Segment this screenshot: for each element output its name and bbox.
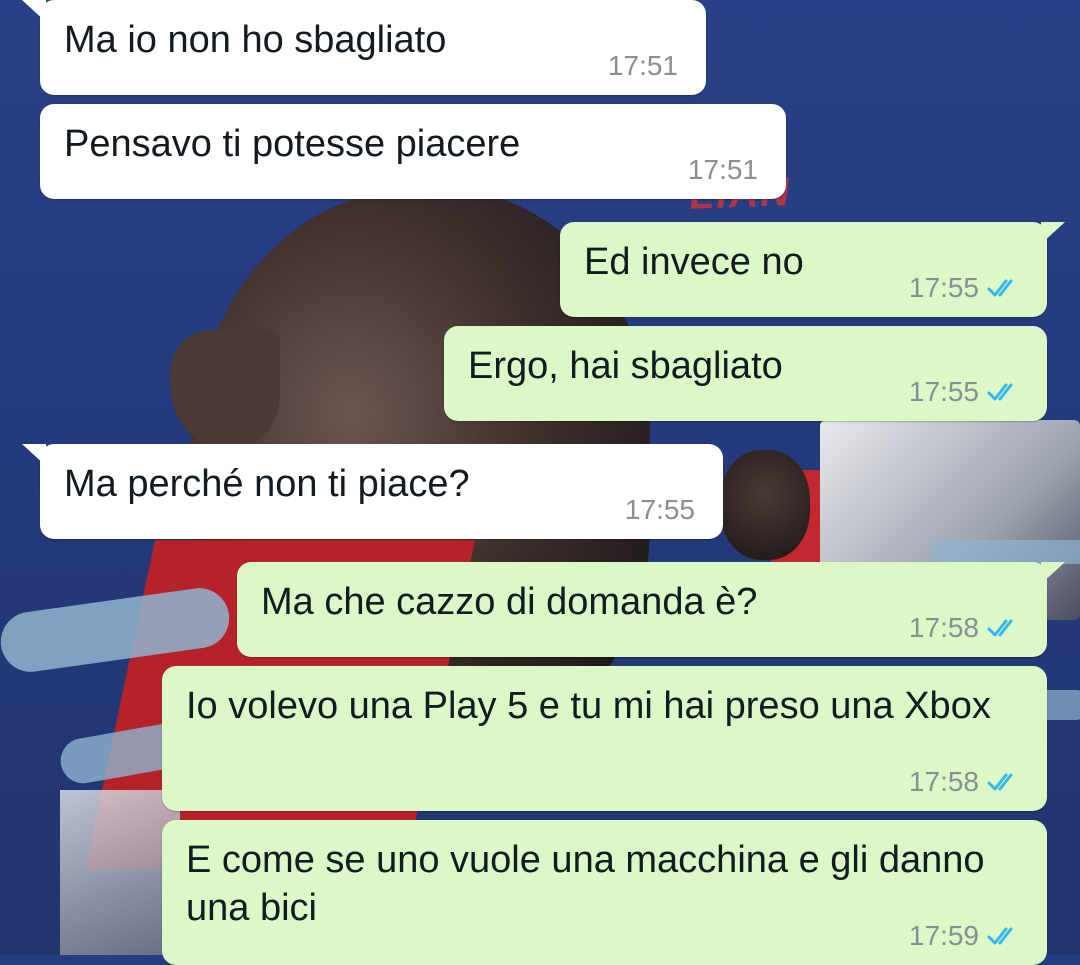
message-time: 17:58 <box>908 766 979 797</box>
message-meta: 17:58 <box>909 767 1021 797</box>
message-text: Ma perché non ti piace? <box>64 463 470 505</box>
message-time: 17:59 <box>908 920 979 951</box>
message-time: 17:55 <box>624 494 695 525</box>
message-text: Ma io non ho sbagliato <box>64 19 447 61</box>
message-text: Ma che cazzo di domanda è? <box>261 581 758 623</box>
message-meta: 17:51 <box>688 155 758 185</box>
message-meta: 17:58 <box>909 613 1021 643</box>
message-time: 17:51 <box>607 50 678 81</box>
message-bubble-outgoing[interactable]: Ed invece no 17:55 <box>560 222 1065 317</box>
read-receipt-icon <box>987 927 1013 945</box>
read-receipt-icon <box>987 383 1013 401</box>
message-text: E come se uno vuole una macchina e gli d… <box>186 839 996 929</box>
message-bubble-outgoing[interactable]: Ma che cazzo di domanda è? 17:58 <box>237 562 1065 657</box>
message-bubble-outgoing[interactable]: Ergo, hai sbagliato 17:55 <box>444 326 1047 421</box>
message-bubble-outgoing[interactable]: Io volevo una Play 5 e tu mi hai preso u… <box>162 666 1047 811</box>
message-time: 17:51 <box>687 154 758 185</box>
message-meta: 17:55 <box>909 377 1021 407</box>
message-time: 17:55 <box>908 272 979 303</box>
message-bubble-incoming[interactable]: Pensavo ti potesse piacere 17:51 <box>40 104 786 199</box>
read-receipt-icon <box>987 279 1013 297</box>
message-time: 17:58 <box>908 612 979 643</box>
message-meta: 17:55 <box>909 273 1021 303</box>
message-text: Pensavo ti potesse piacere <box>64 123 521 165</box>
message-bubble-outgoing[interactable]: E come se uno vuole una macchina e gli d… <box>162 820 1047 965</box>
message-text: Io volevo una Play 5 e tu mi hai preso u… <box>186 685 991 727</box>
message-bubble-incoming[interactable]: Ma perché non ti piace? 17:55 <box>22 444 723 539</box>
message-meta: 17:59 <box>909 921 1021 951</box>
message-time: 17:55 <box>908 376 979 407</box>
read-receipt-icon <box>987 773 1013 791</box>
read-receipt-icon <box>987 619 1013 637</box>
message-list: Ma io non ho sbagliato 17:51 Pensavo ti … <box>0 0 1080 965</box>
message-meta: 17:55 <box>625 495 695 525</box>
message-meta: 17:51 <box>608 51 678 81</box>
message-bubble-incoming[interactable]: Ma io non ho sbagliato 17:51 <box>22 0 706 95</box>
